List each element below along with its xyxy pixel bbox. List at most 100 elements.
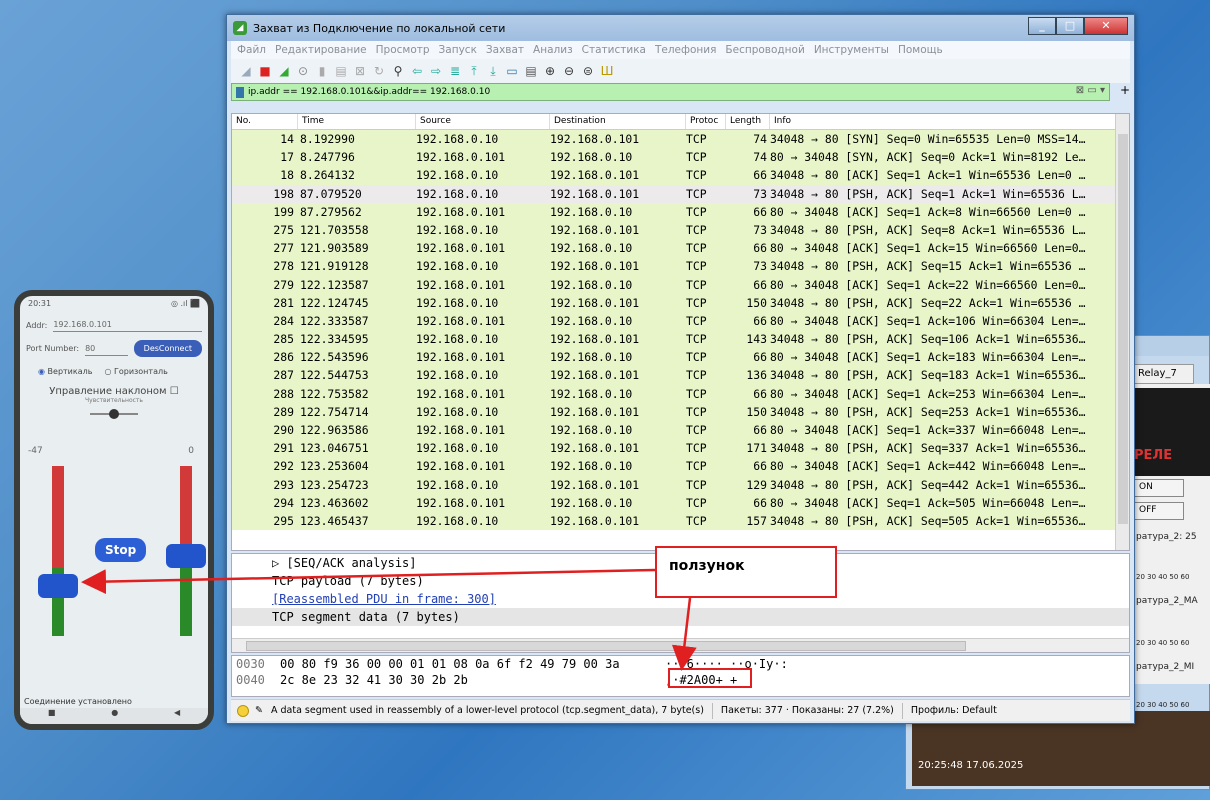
- column-header[interactable]: Destination: [550, 114, 686, 129]
- packet-row[interactable]: 291 123.046751 192.168.0.10 192.168.0.101 TC…: [232, 439, 1129, 458]
- detail-line[interactable]: TCP segment data (7 bytes): [232, 608, 1129, 626]
- zoom-reset-icon[interactable]: ⊜: [581, 64, 595, 78]
- packet-list-scrollbar[interactable]: [1115, 114, 1129, 550]
- packet-row[interactable]: 292 123.253604 192.168.0.101 192.168.0.10 TC…: [232, 457, 1129, 476]
- last-packet-icon[interactable]: ⤓: [486, 64, 500, 78]
- packet-cell: TCP: [686, 295, 707, 310]
- packet-row[interactable]: 293 123.254723 192.168.0.10 192.168.0.101 TC…: [232, 475, 1129, 494]
- resize-columns-icon[interactable]: Ш: [600, 64, 614, 78]
- packet-row[interactable]: 295 123.465437 192.168.0.10 192.168.0.101 TC…: [232, 511, 1129, 531]
- menu-item[interactable]: Редактирование: [275, 44, 367, 56]
- temp-scale[interactable]: 20 30 40 50 60: [1136, 573, 1189, 581]
- profile-label[interactable]: Профиль: Default: [911, 705, 997, 716]
- relay-off-button[interactable]: OFF: [1134, 502, 1184, 520]
- packet-row[interactable]: 286 122.543596 192.168.0.101 192.168.0.10 TC…: [232, 348, 1129, 367]
- filter-clear-icon[interactable]: ⊠ ▭ ▾: [1076, 85, 1105, 96]
- menu-item[interactable]: Файл: [237, 44, 266, 56]
- packet-row[interactable]: 287 122.544753 192.168.0.10 192.168.0.101 TC…: [232, 366, 1129, 385]
- restart-capture-icon[interactable]: ◢: [277, 64, 291, 78]
- port-input[interactable]: 80: [85, 342, 128, 356]
- phone-status-bar: 20:31 ◎ .ıl ⬛: [20, 296, 208, 314]
- temp-max-scale[interactable]: 20 30 40 50 60: [1136, 639, 1189, 647]
- close-file-icon[interactable]: ⊠: [353, 64, 367, 78]
- packet-row[interactable]: 198 87.079520 192.168.0.10 192.168.0.101 TCP…: [232, 184, 1129, 203]
- packet-row[interactable]: 285 122.334595 192.168.0.10 192.168.0.101 TC…: [232, 330, 1129, 349]
- colorize-icon[interactable]: ▤: [524, 64, 538, 78]
- zoom-in-icon[interactable]: ⊕: [543, 64, 557, 78]
- packet-row[interactable]: 288 122.753582 192.168.0.101 192.168.0.10 TC…: [232, 384, 1129, 403]
- menu-item[interactable]: Просмотр: [376, 44, 430, 56]
- open-file-icon[interactable]: ▮: [315, 64, 329, 78]
- tilt-control-label[interactable]: Управление наклоном ☐: [20, 382, 208, 397]
- stop-capture-icon[interactable]: ■: [258, 64, 272, 78]
- menu-nav-icon[interactable]: ■: [48, 708, 56, 724]
- addr-input[interactable]: 192.168.0.101: [53, 318, 202, 332]
- add-filter-button[interactable]: +: [1120, 83, 1130, 97]
- left-slider-thumb[interactable]: [38, 574, 78, 598]
- packet-row[interactable]: 199 87.279562 192.168.0.101 192.168.0.10 TCP…: [232, 202, 1129, 221]
- home-nav-icon[interactable]: ●: [111, 708, 118, 724]
- menu-item[interactable]: Помощь: [898, 44, 943, 56]
- menu-item[interactable]: Статистика: [582, 44, 646, 56]
- packet-row[interactable]: 277 121.903589 192.168.0.101 192.168.0.10 TC…: [232, 239, 1129, 258]
- column-header[interactable]: Info: [770, 114, 1129, 129]
- reload-icon[interactable]: ↻: [372, 64, 386, 78]
- packet-cell: 288: [273, 386, 294, 401]
- column-header[interactable]: No.: [232, 114, 298, 129]
- menu-item[interactable]: Анализ: [533, 44, 573, 56]
- column-header[interactable]: Protoc: [686, 114, 726, 129]
- edit-comment-icon[interactable]: ✎: [255, 705, 263, 716]
- menu-item[interactable]: Захват: [486, 44, 524, 56]
- forward-icon[interactable]: ⇨: [429, 64, 443, 78]
- menu-item[interactable]: Запуск: [439, 44, 477, 56]
- capture-options-icon[interactable]: ⊙: [296, 64, 310, 78]
- packet-row[interactable]: 284 122.333587 192.168.0.101 192.168.0.10 TC…: [232, 311, 1129, 331]
- packet-row[interactable]: 17 8.247796 192.168.0.101 192.168.0.10 TCP 74…: [232, 148, 1129, 167]
- go-to-packet-icon[interactable]: ≣: [448, 64, 462, 78]
- relay-on-button[interactable]: ON: [1134, 479, 1184, 497]
- packet-row[interactable]: 279 122.123587 192.168.0.101 192.168.0.10 TC…: [232, 275, 1129, 294]
- packet-row[interactable]: 294 123.463602 192.168.0.101 192.168.0.10 TC…: [232, 493, 1129, 512]
- packet-row[interactable]: 18 8.264132 192.168.0.10 192.168.0.101 TCP 66…: [232, 166, 1129, 185]
- close-button[interactable]: ✕: [1084, 17, 1128, 35]
- back-nav-icon[interactable]: ◀: [174, 708, 180, 724]
- minimize-button[interactable]: _: [1028, 17, 1056, 35]
- disconnect-button[interactable]: DesConnect: [133, 340, 202, 357]
- tab-relay-7[interactable]: Relay_7: [1134, 364, 1194, 384]
- back-icon[interactable]: ⇦: [410, 64, 424, 78]
- start-capture-icon[interactable]: ◢: [239, 64, 253, 78]
- packet-row[interactable]: 278 121.919128 192.168.0.10 192.168.0.101 TC…: [232, 257, 1129, 276]
- packet-row[interactable]: 281 122.124745 192.168.0.10 192.168.0.101 TC…: [232, 293, 1129, 312]
- packet-row[interactable]: 14 8.192990 192.168.0.10 192.168.0.101 TCP 74…: [232, 130, 1129, 149]
- sensitivity-slider[interactable]: [90, 406, 138, 422]
- packet-cell: 34048 → 80 [PSH, ACK] Seq=505 Ack=1 Win=…: [770, 513, 1086, 528]
- packet-cell: 34048 → 80 [PSH, ACK] Seq=15 Ack=1 Win=6…: [770, 259, 1086, 274]
- menu-item[interactable]: Телефония: [655, 44, 716, 56]
- bookmark-icon[interactable]: [236, 86, 244, 98]
- autoscroll-icon[interactable]: ▭: [505, 64, 519, 78]
- radio-vertical[interactable]: Вертикаль: [38, 367, 93, 376]
- packet-cell: 34048 → 80 [PSH, ACK] Seq=8 Ack=1 Win=65…: [770, 222, 1086, 237]
- temp-min-scale[interactable]: 20 30 40 50 60: [1136, 701, 1189, 709]
- column-header[interactable]: Length: [726, 114, 770, 129]
- menu-item[interactable]: Беспроводной: [725, 44, 804, 56]
- save-file-icon[interactable]: ▤: [334, 64, 348, 78]
- find-icon[interactable]: ⚲: [391, 64, 405, 78]
- first-packet-icon[interactable]: ⤒: [467, 64, 481, 78]
- packet-row[interactable]: 290 122.963586 192.168.0.101 192.168.0.10 TC…: [232, 421, 1129, 440]
- stop-button[interactable]: Stop: [95, 538, 147, 562]
- right-slider-thumb[interactable]: [166, 544, 206, 568]
- left-slider-track[interactable]: [52, 466, 64, 636]
- column-header[interactable]: Time: [298, 114, 416, 129]
- display-filter-bar[interactable]: ip.addr == 192.168.0.101&&ip.addr== 192.…: [231, 83, 1110, 101]
- maximize-button[interactable]: □: [1056, 17, 1084, 35]
- radio-horizontal[interactable]: Горизонталь: [104, 367, 168, 376]
- details-scrollbar[interactable]: [232, 638, 1129, 652]
- filter-text[interactable]: ip.addr == 192.168.0.101&&ip.addr== 192.…: [248, 87, 490, 97]
- packet-row[interactable]: 289 122.754714 192.168.0.10 192.168.0.101 TC…: [232, 402, 1129, 421]
- column-header[interactable]: Source: [416, 114, 550, 129]
- expert-info-icon[interactable]: [237, 704, 249, 717]
- packet-row[interactable]: 275 121.703558 192.168.0.10 192.168.0.101 TC…: [232, 220, 1129, 240]
- menu-item[interactable]: Инструменты: [814, 44, 889, 56]
- zoom-out-icon[interactable]: ⊖: [562, 64, 576, 78]
